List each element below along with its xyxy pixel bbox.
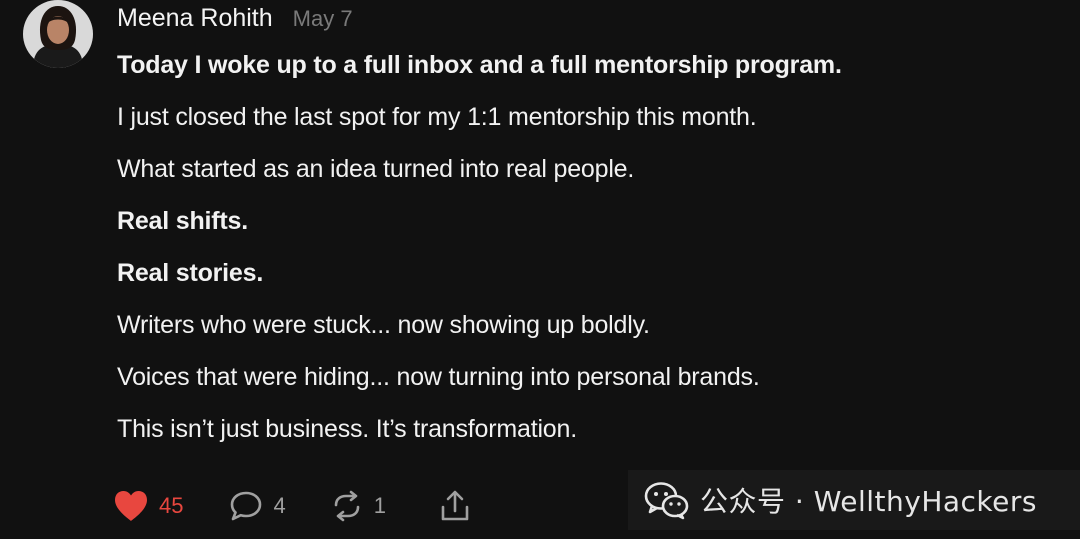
post-header: Meena Rohith May 7 — [117, 4, 353, 33]
action-bar: 45 4 1 — [113, 487, 472, 525]
watermark: 公众号 · WellthyHackers — [628, 470, 1080, 530]
post-card: Meena Rohith May 7 Today I woke up to a … — [0, 0, 1080, 539]
post-body: Today I woke up to a full inbox and a fu… — [117, 50, 1057, 466]
post-line: Real stories. — [117, 259, 264, 287]
watermark-text: 公众号 · WellthyHackers — [700, 485, 1037, 518]
like-count: 45 — [159, 493, 184, 518]
comment-count: 4 — [273, 493, 286, 518]
post-line: Voices that were hiding... now turning i… — [117, 363, 760, 391]
share-button[interactable] — [438, 489, 472, 523]
avatar[interactable] — [23, 0, 93, 68]
post-line: What started as an idea turned into real… — [117, 155, 635, 183]
post-date[interactable]: May 7 — [293, 6, 353, 32]
post-line: I just closed the last spot for my 1:1 m… — [117, 103, 757, 131]
heart-icon — [115, 491, 147, 521]
repost-count: 1 — [373, 493, 386, 518]
author-name[interactable]: Meena Rohith — [117, 4, 273, 33]
wechat-icon — [644, 482, 689, 520]
comment-bubble-icon — [231, 491, 262, 521]
repost-button[interactable]: 1 — [330, 490, 386, 522]
post-line: Writers who were stuck... now showing up… — [117, 311, 650, 339]
post-line: Today I woke up to a full inbox and a fu… — [117, 51, 842, 79]
share-icon — [441, 490, 469, 521]
post-line: Real shifts. — [117, 207, 248, 235]
avatar-photo — [23, 0, 93, 68]
repost-icon — [334, 490, 360, 522]
like-button[interactable]: 45 — [113, 489, 183, 523]
comment-button[interactable]: 4 — [229, 490, 286, 522]
post-line: This isn’t just business. It’s transform… — [117, 415, 577, 443]
